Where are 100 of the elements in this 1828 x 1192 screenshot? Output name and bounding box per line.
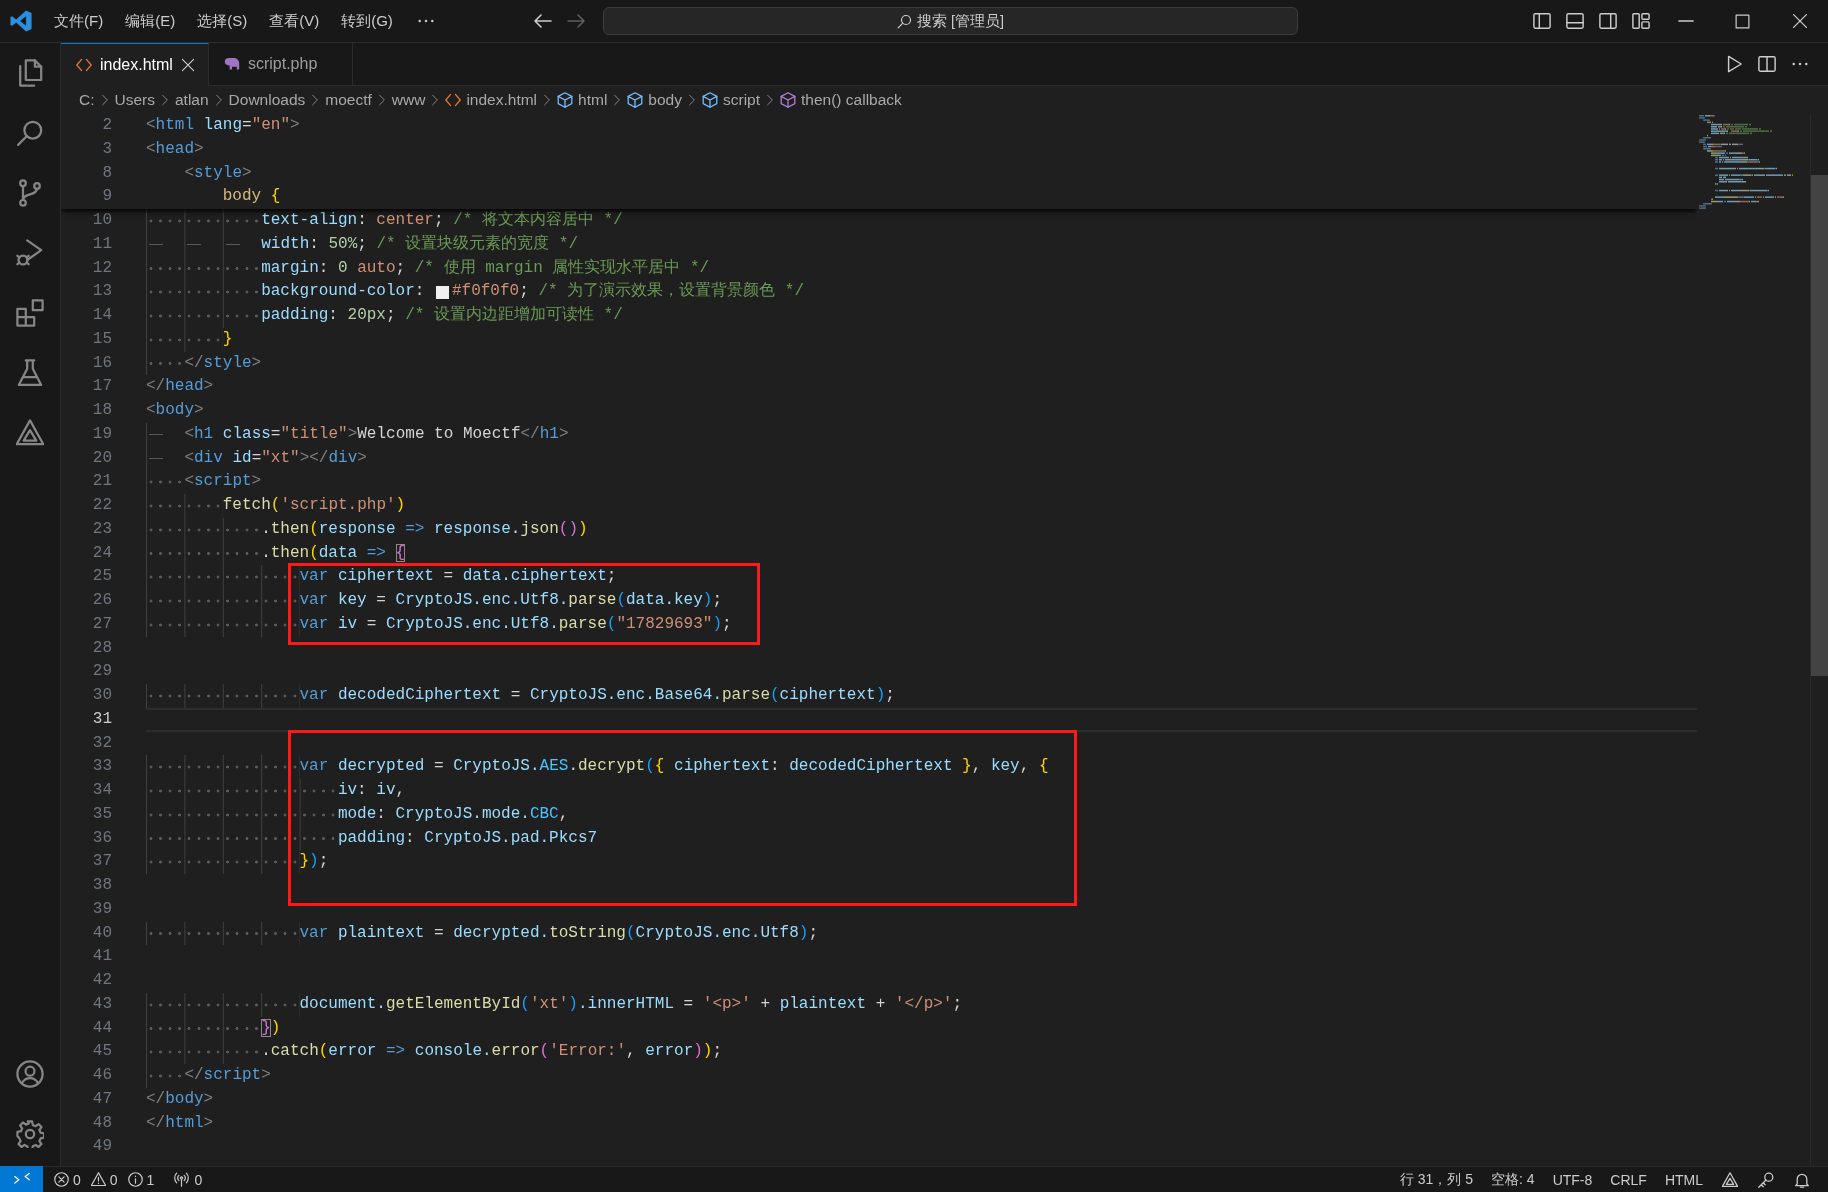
line-number: 24: [92, 542, 112, 564]
ports-count[interactable]: 0: [194, 1171, 203, 1188]
breadcrumb-item[interactable]: body: [627, 91, 682, 109]
menu-item[interactable]: 转到(G): [330, 8, 404, 34]
line-number: 39: [92, 898, 112, 920]
search-icon[interactable]: [16, 119, 44, 147]
warning-icon[interactable]: [90, 1172, 106, 1187]
branch-icon[interactable]: [16, 179, 44, 207]
cube-icon: [557, 92, 574, 108]
key-icon[interactable]: [1758, 1171, 1774, 1188]
code-text: }): [261, 1017, 281, 1039]
breadcrumb-item[interactable]: atlan: [175, 91, 209, 109]
status-item[interactable]: 行 31，列 5: [1390, 1170, 1483, 1189]
breadcrumb-item[interactable]: Users: [114, 91, 155, 109]
line-number: 26: [92, 590, 112, 611]
antenna-icon[interactable]: [174, 1172, 190, 1187]
triangle-icon[interactable]: [16, 419, 44, 447]
line-number: 2: [102, 115, 112, 136]
code-text: width: 50%; /* 设置块级元素的宽度 */: [261, 233, 579, 255]
line-number: 40: [92, 922, 112, 944]
close-icon[interactable]: [180, 57, 195, 72]
bell-icon[interactable]: [1794, 1171, 1810, 1188]
problem-count[interactable]: 0: [109, 1171, 118, 1188]
account-icon[interactable]: [16, 1060, 44, 1088]
breadcrumb-item[interactable]: C:: [79, 91, 95, 109]
problem-count[interactable]: 0: [73, 1171, 81, 1188]
status-item[interactable]: CRLF: [1601, 1171, 1656, 1188]
line-number: 49: [92, 1136, 112, 1158]
flask-icon[interactable]: [16, 359, 44, 387]
play-bug-icon[interactable]: [16, 239, 44, 267]
code-text: </style>: [184, 352, 262, 374]
files-icon[interactable]: [16, 59, 44, 87]
maximize-icon[interactable]: [1735, 13, 1750, 29]
cube-icon: [780, 92, 797, 108]
arrow-left-icon[interactable]: [533, 11, 553, 31]
line-number: 29: [92, 661, 112, 683]
info-icon[interactable]: [127, 1172, 143, 1187]
breadcrumb-item[interactable]: then() callback: [780, 91, 902, 109]
status-item[interactable]: 空格: 4: [1482, 1170, 1544, 1189]
cube-icon: [702, 92, 718, 108]
menu-item[interactable]: 编辑(E): [114, 8, 187, 34]
panel-bottom-icon[interactable]: [1566, 12, 1584, 30]
line-number: 8: [102, 162, 112, 184]
code-text: margin: 0 auto; /* 使用 margin 属性实现水平居中 */: [261, 257, 710, 279]
menu-item[interactable]: 查看(V): [258, 8, 331, 34]
blocks-icon[interactable]: [16, 299, 44, 327]
code-text: <head>: [146, 138, 204, 160]
code-text: </script>: [184, 1065, 271, 1086]
line-number: 47: [92, 1088, 112, 1110]
panel-right-icon[interactable]: [1599, 12, 1617, 30]
editor-tab[interactable]: index.html: [61, 43, 209, 86]
code-text: var ciphertext = data.ciphertext;: [299, 566, 617, 588]
code-text: background-color:: [261, 281, 426, 303]
line-number: 23: [92, 518, 112, 540]
elephant-icon: [223, 56, 240, 72]
line-number: 18: [92, 400, 112, 421]
code-text: }: [222, 328, 233, 350]
layout-icon[interactable]: [1632, 12, 1650, 30]
menu-item[interactable]: 选择(S): [186, 8, 259, 34]
triangle-icon[interactable]: [1722, 1171, 1738, 1188]
code-text: var plaintext = decrypted.toString(CryptoJS.enc.Utf8);: [299, 922, 819, 944]
line-number: 17: [92, 376, 112, 398]
breadcrumb-item[interactable]: index.html: [445, 91, 538, 109]
line-number: 35: [92, 803, 112, 825]
problem-count[interactable]: 1: [146, 1171, 155, 1188]
split-editor-icon[interactable]: [1758, 55, 1776, 73]
line-number: 12: [92, 257, 112, 279]
line-number: 27: [92, 613, 112, 635]
line-number: 15: [92, 328, 112, 350]
code-text: .catch(error => console.error('Error:', error));: [261, 1041, 723, 1063]
menu-item[interactable]: 文件(F): [43, 8, 115, 34]
close-icon[interactable]: [1791, 13, 1808, 29]
scrollbar-thumb[interactable]: [1811, 175, 1828, 676]
settings-icon[interactable]: [16, 1120, 44, 1148]
status-item[interactable]: UTF-8: [1543, 1171, 1602, 1188]
remote-button[interactable]: [0, 1166, 43, 1192]
breadcrumb-item[interactable]: www: [391, 91, 426, 109]
play-icon[interactable]: [1725, 55, 1743, 73]
search-box[interactable]: 搜索 [管理员]: [603, 7, 1298, 35]
line-number: 22: [92, 495, 112, 516]
breadcrumb-item[interactable]: html: [557, 91, 608, 109]
line-number: 14: [92, 305, 112, 326]
panel-left-icon[interactable]: [1533, 12, 1551, 30]
code-text: </body>: [146, 1088, 214, 1110]
breadcrumb-item[interactable]: Downloads: [228, 91, 306, 109]
line-number: 13: [92, 281, 112, 303]
code-text: <html lang="en">: [146, 115, 300, 136]
breadcrumb-item[interactable]: moectf: [325, 91, 372, 109]
line-number: 16: [92, 352, 112, 374]
code-text: padding: CryptoJS.pad.Pkcs7: [337, 827, 598, 849]
breadcrumb-item[interactable]: script: [702, 91, 761, 109]
code-text: document.getElementById('xt').innerHTML = '<p>' + plaintext + '</p>';: [299, 993, 963, 1015]
line-number: 43: [92, 993, 112, 1015]
line-number: 32: [92, 732, 112, 754]
status-item[interactable]: HTML: [1655, 1171, 1712, 1188]
code-text: .then(data => {: [261, 542, 406, 564]
chevron-right-icon: [686, 94, 698, 106]
line-number: 36: [92, 827, 112, 849]
code-text: fetch('script.php'): [222, 495, 406, 516]
error-icon[interactable]: [54, 1172, 69, 1187]
